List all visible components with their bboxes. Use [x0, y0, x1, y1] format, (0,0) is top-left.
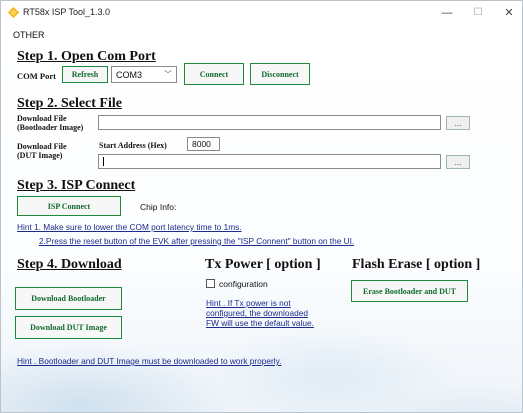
step2-heading: Step 2. Select File	[17, 96, 122, 111]
refresh-button[interactable]: Refresh	[62, 66, 108, 83]
menu-bar: OTHER	[1, 25, 522, 43]
configuration-checkbox[interactable]	[206, 279, 215, 288]
chevron-down-icon: ﹀	[164, 70, 172, 79]
step1-heading: Step 1. Open Com Port	[17, 49, 156, 64]
dut-file-label-line1: Download File	[17, 142, 67, 151]
bootloader-file-label-line2: (Bootloader Image)	[17, 123, 84, 132]
maximize-button[interactable]: ☐	[469, 5, 487, 21]
isp-connect-button[interactable]: ISP Connect	[17, 196, 121, 216]
isp-tool-window: RT58x ISP Tool_1.3.0 — ☐ ✕ OTHER Step 1.…	[0, 0, 523, 413]
start-address-input[interactable]: 8000	[187, 137, 220, 151]
com-port-label: COM Port	[17, 71, 56, 81]
close-button[interactable]: ✕	[500, 5, 518, 21]
flash-erase-heading: Flash Erase [ option ]	[352, 257, 481, 272]
bootloader-file-path-input[interactable]	[98, 115, 441, 130]
tx-power-heading: Tx Power [ option ]	[205, 257, 321, 272]
dut-browse-button[interactable]: ...	[446, 155, 470, 169]
dut-file-path-input[interactable]	[98, 154, 441, 169]
window-title: RT58x ISP Tool_1.3.0	[23, 7, 111, 17]
connect-button[interactable]: Connect	[184, 63, 244, 85]
bootloader-browse-button[interactable]: ...	[446, 116, 470, 130]
download-dut-image-button[interactable]: Download DUT Image	[15, 316, 122, 339]
tx-power-hint: Hint . If Tx power is not configured, th…	[206, 298, 314, 328]
disconnect-button[interactable]: Disconnect	[250, 63, 310, 85]
erase-bootloader-and-dut-button[interactable]: Erase Bootloader and DUT	[351, 280, 468, 302]
minimize-button[interactable]: —	[438, 5, 456, 21]
start-address-label: Start Address (Hex)	[99, 141, 167, 150]
hint-latency: Hint 1. Make sure to lower the COM port …	[17, 222, 242, 232]
hint-download-requirement: Hint . Bootloader and DUT Image must be …	[17, 356, 282, 366]
text-cursor	[103, 157, 104, 166]
configuration-label: configuration	[219, 279, 268, 289]
title-bar: RT58x ISP Tool_1.3.0 — ☐ ✕	[1, 1, 522, 25]
com-port-value: COM3	[116, 69, 143, 80]
dut-file-label-line2: (DUT Image)	[17, 151, 63, 160]
com-port-select[interactable]: COM3 ﹀	[111, 66, 177, 83]
menu-item-other[interactable]: OTHER	[13, 30, 45, 40]
hint-reset-evk: 2.Press the reset button of the EVK afte…	[39, 236, 355, 246]
app-icon	[8, 7, 19, 18]
step4-heading: Step 4. Download	[17, 257, 122, 272]
step3-heading: Step 3. ISP Connect	[17, 178, 136, 193]
chip-info-label: Chip Info:	[140, 202, 177, 212]
download-bootloader-button[interactable]: Download Bootloader	[15, 287, 122, 310]
bootloader-file-label-line1: Download File	[17, 114, 67, 123]
